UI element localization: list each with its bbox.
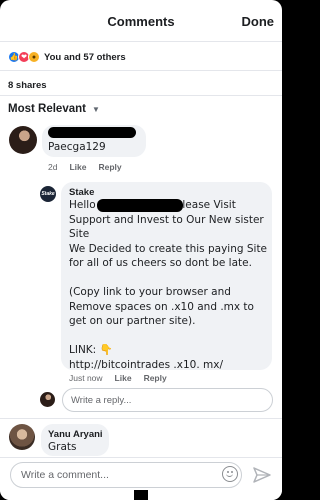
write-reply-placeholder: Write a reply...: [71, 394, 132, 406]
comment-author[interactable]: Paecga129: [48, 141, 106, 153]
reply-line: http://bitcointrades .x10. mx/: [69, 358, 224, 371]
divider: [0, 70, 282, 71]
bottom-notch: [134, 490, 148, 500]
reply-line: LINK: 👇: [69, 344, 113, 356]
redacted-name: [48, 127, 136, 138]
comment-placeholder: Write a comment...: [21, 469, 109, 481]
shares-count[interactable]: 8 shares: [8, 80, 47, 91]
reply-line: Site: [69, 228, 90, 240]
avatar[interactable]: Stake: [40, 186, 56, 202]
done-button[interactable]: Done: [242, 14, 275, 29]
reply-line: [69, 271, 269, 286]
reply-line: (Copy link to your browser and: [69, 286, 231, 298]
reply-bubble: Stake Hello please Visit Support and Inve…: [61, 182, 272, 372]
emoji-icon[interactable]: [222, 466, 238, 482]
reply-author[interactable]: Stake: [69, 187, 94, 198]
reply-line: Support and Invest to Our New sister: [69, 213, 264, 226]
wow-reaction-icon: ●: [28, 51, 40, 63]
divider: [0, 418, 282, 419]
comment-bubble: Paecga129: [42, 125, 146, 157]
reply-line: get on our partner site).: [69, 315, 196, 327]
reply-line: Remove spaces on .x10 and .mx to: [69, 300, 254, 313]
like-button[interactable]: Like: [115, 373, 132, 383]
reply-actions: Just now Like Reply: [69, 373, 167, 383]
comment-author[interactable]: Yanu Aryani: [48, 429, 103, 440]
write-reply-input[interactable]: Write a reply...: [62, 388, 273, 412]
avatar: [40, 392, 55, 407]
header-bar: Comments Done: [0, 0, 282, 42]
sort-label: Most Relevant: [8, 103, 86, 115]
reply-button[interactable]: Reply: [144, 373, 167, 383]
comment-bubble: Yanu Aryani Grats: [41, 424, 109, 456]
comment-age: 2d: [48, 162, 58, 172]
reply-line: We Decided to create this paying Site: [69, 242, 268, 255]
chevron-down-icon: ▼: [91, 104, 100, 114]
stake-logo-text: Stake: [41, 191, 55, 197]
send-icon[interactable]: [253, 467, 271, 483]
divider: [0, 95, 282, 96]
reply-line: for all of us cheers so dont be late.: [69, 257, 252, 269]
comment-input[interactable]: Write a comment...: [10, 462, 242, 488]
comments-screen: Comments Done 👍 ❤ ● You and 57 others 8 …: [0, 0, 282, 500]
reply-line: [69, 329, 269, 344]
sort-dropdown[interactable]: Most Relevant ▼: [8, 103, 100, 115]
comment-text: Grats: [48, 441, 77, 453]
avatar[interactable]: [9, 126, 37, 154]
reply-button[interactable]: Reply: [98, 162, 121, 172]
avatar[interactable]: [9, 424, 35, 450]
like-button[interactable]: Like: [69, 162, 86, 172]
reactions-summary[interactable]: 👍 ❤ ● You and 57 others: [8, 50, 126, 64]
reactions-text: You and 57 others: [44, 51, 126, 63]
reply-age: Just now: [69, 373, 103, 383]
redacted-name: [97, 199, 183, 212]
comment-actions: 2d Like Reply: [48, 162, 122, 172]
page-title: Comments: [107, 14, 175, 29]
reply-text: Hello please Visit Support and Invest to …: [69, 198, 269, 372]
